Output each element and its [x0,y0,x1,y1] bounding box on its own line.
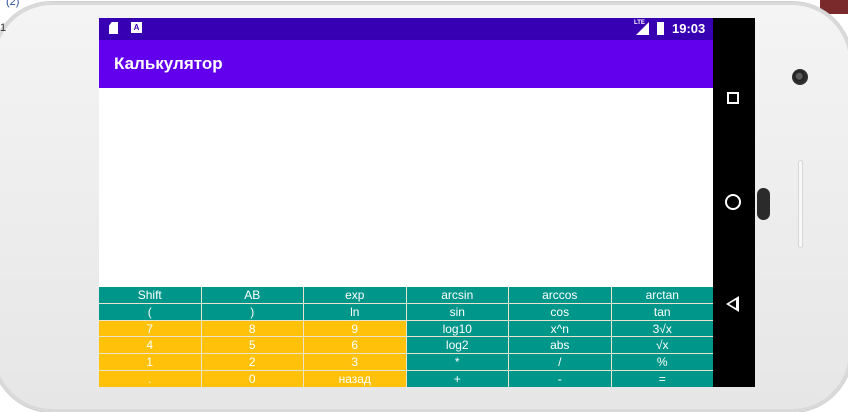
key-ab[interactable]: AB [201,287,303,303]
home-icon[interactable] [725,194,741,210]
key-minus[interactable]: - [509,371,611,387]
key-8[interactable]: 8 [201,320,303,337]
key-arctan[interactable]: arctan [611,287,713,303]
key-0[interactable]: 0 [201,371,303,387]
battery-icon [657,22,664,35]
sd-card-icon [109,22,118,34]
key-equals[interactable]: = [611,371,713,387]
key-exp[interactable]: exp [304,287,406,303]
calculator-display [99,88,713,288]
key-sin[interactable]: sin [406,303,508,320]
navigation-bar [713,18,755,387]
key-backspace[interactable]: назад [304,371,406,387]
key-close-paren[interactable]: ) [201,303,303,320]
key-6[interactable]: 6 [304,337,406,354]
key-log10[interactable]: log10 [406,320,508,337]
key-ln[interactable]: ln [304,303,406,320]
key-power[interactable]: x^n [509,320,611,337]
key-tan[interactable]: tan [611,303,713,320]
key-log2[interactable]: log2 [406,337,508,354]
key-sqrt[interactable]: √x [611,337,713,354]
key-percent[interactable]: % [611,354,713,371]
phone-screen: A LTE 19:03 Калькулятор Shift AB exp arc… [99,18,713,387]
proximity-sensor [757,188,770,220]
keypad: Shift AB exp arcsin arccos arctan ( ) ln… [99,287,713,387]
key-open-paren[interactable]: ( [99,303,201,320]
page-label: (2) [6,0,20,8]
key-cos[interactable]: cos [509,303,611,320]
key-abs[interactable]: abs [509,337,611,354]
key-arccos[interactable]: arccos [509,287,611,303]
key-cube-root[interactable]: 3√x [611,320,713,337]
app-bar: Калькулятор [99,40,713,88]
back-icon-inner [729,300,736,308]
key-7[interactable]: 7 [99,320,201,337]
key-4[interactable]: 4 [99,337,201,354]
key-divide[interactable]: / [509,354,611,371]
key-shift[interactable]: Shift [99,287,201,303]
key-2[interactable]: 2 [201,354,303,371]
key-1[interactable]: 1 [99,354,201,371]
key-plus[interactable]: + [406,371,508,387]
a-notification-icon: A [131,22,142,33]
recents-icon[interactable] [727,92,739,104]
key-9[interactable]: 9 [304,320,406,337]
lte-label: LTE [634,20,645,26]
key-5[interactable]: 5 [201,337,303,354]
front-camera-icon [792,69,808,85]
key-decimal[interactable]: . [99,371,201,387]
page-number: 1 [0,22,7,34]
status-bar: A LTE 19:03 [99,18,713,40]
status-time: 19:03 [672,21,706,36]
app-title: Калькулятор [114,54,223,73]
key-multiply[interactable]: * [406,354,508,371]
speaker-grille [798,160,803,248]
key-3[interactable]: 3 [304,354,406,371]
key-arcsin[interactable]: arcsin [406,287,508,303]
